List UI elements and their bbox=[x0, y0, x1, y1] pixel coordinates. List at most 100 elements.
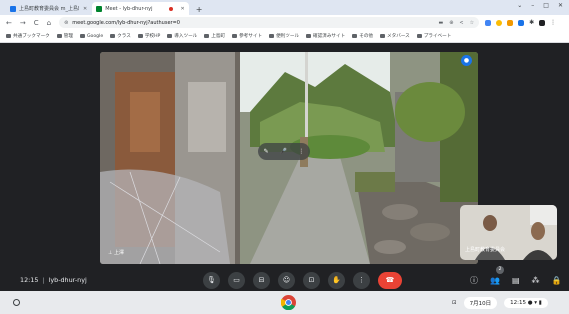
back-icon[interactable]: ← bbox=[6, 19, 12, 27]
share-icon[interactable]: < bbox=[459, 20, 463, 26]
extension-icon[interactable] bbox=[507, 19, 514, 26]
folder-icon bbox=[6, 34, 11, 38]
tab-search-icon[interactable]: ⌄ bbox=[517, 2, 522, 9]
bookmark-folder[interactable]: 上島町 bbox=[204, 33, 225, 39]
tile-hover-controls: ✎ 🎤 ⋮ bbox=[258, 143, 310, 160]
toolbar: ← → C ⌂ ⊜ meet.google.com/lyb-dhur-nyj?a… bbox=[0, 15, 569, 30]
tile-mic-icon[interactable]: 🎤 bbox=[280, 148, 287, 155]
bookmark-folder[interactable]: 導入ツール bbox=[167, 33, 197, 39]
participant-name: 上澤 bbox=[113, 250, 124, 256]
folder-icon bbox=[167, 34, 173, 38]
meeting-details: 12:15 | lyb-dhur-nyj bbox=[20, 276, 87, 284]
present-button[interactable]: ⊡ bbox=[303, 271, 320, 289]
host-controls-button[interactable]: 🔒 bbox=[552, 276, 562, 285]
bookmark-folder[interactable]: 便利ツール bbox=[269, 33, 299, 39]
screen-capture-icon[interactable]: ⊡ bbox=[452, 300, 457, 306]
meet-favicon-icon bbox=[96, 5, 103, 12]
meet-stage: ● ✎ 🎤 ⋮ ⊥ 上澤 上島町教育委員会 12:15 | lyb-dhur-n… bbox=[0, 43, 569, 291]
date-pill[interactable]: 7月10日 bbox=[463, 296, 498, 309]
camera-button[interactable]: ▭ bbox=[228, 271, 245, 289]
tab-meet[interactable]: Meet - lyb-dhur-nyj ✕ bbox=[92, 2, 189, 15]
close-icon[interactable]: ✕ bbox=[83, 6, 87, 12]
reload-icon[interactable]: C bbox=[34, 19, 39, 27]
bookmark-label: Google bbox=[86, 33, 104, 39]
camera-indicator-icon[interactable]: ▬ bbox=[438, 20, 443, 26]
bookmark-folder[interactable]: メタバース bbox=[380, 33, 410, 39]
folder-icon bbox=[352, 34, 358, 38]
bookmark-label: 確認済みサイト bbox=[313, 34, 346, 39]
status-tray: ⊡ 7月10日 12:15 ● ▾ ▮ bbox=[452, 296, 548, 309]
folder-icon bbox=[204, 34, 210, 38]
self-name-label: 上島町教育委員会 bbox=[465, 247, 506, 253]
close-icon[interactable]: ✕ bbox=[181, 6, 185, 12]
unpin-icon[interactable]: ✎ bbox=[264, 148, 269, 155]
bookmark-folder[interactable]: 参考サイト bbox=[232, 33, 262, 39]
profile-icon[interactable] bbox=[539, 19, 546, 26]
meet-control-bar: 12:15 | lyb-dhur-nyj 🎙 ▭ ⊟ ☺ ⊡ ✋ ⋮ ☎ ⓘ 👥… bbox=[0, 265, 569, 293]
window-controls: ⌄ – □ ✕ bbox=[517, 2, 563, 9]
bookmark-label: 参考サイト bbox=[239, 34, 263, 39]
participant-name-label: ⊥ 上澤 bbox=[108, 249, 124, 256]
bookmark-folder[interactable]: Google bbox=[79, 33, 104, 39]
bookmark-folder[interactable]: 共通ブックマーク bbox=[6, 33, 50, 39]
status-area[interactable]: 12:15 ● ▾ ▮ bbox=[504, 297, 548, 308]
extension-icon[interactable] bbox=[485, 19, 492, 26]
bookmark-folder[interactable]: 確認済みサイト bbox=[306, 33, 345, 39]
bookmark-label: 導入ツール bbox=[174, 34, 198, 39]
new-tab-button[interactable]: + bbox=[196, 5, 203, 14]
bookmark-folder[interactable]: クラス bbox=[110, 33, 131, 39]
bookmark-label: 共通ブックマーク bbox=[13, 34, 50, 39]
tab-strip: 上島町教育委員会 m_上島町 ✕ Meet - lyb-dhur-nyj ✕ +… bbox=[0, 0, 569, 15]
folder-icon bbox=[110, 34, 116, 38]
more-options-button[interactable]: ⋮ bbox=[353, 271, 370, 289]
pin-icon[interactable]: ● bbox=[461, 55, 472, 66]
side-panel-controls: ⓘ 👥 ▤ ⁂ 🔒 2 bbox=[470, 265, 562, 286]
folder-icon bbox=[269, 34, 275, 38]
folder-icon bbox=[56, 34, 62, 38]
bookmark-label: 管理 bbox=[63, 34, 73, 39]
emoji-button[interactable]: ☺ bbox=[278, 271, 295, 289]
tab-favicon-icon bbox=[10, 5, 16, 12]
extension-icon[interactable] bbox=[496, 19, 503, 26]
battery-icon: ▮ bbox=[538, 299, 542, 306]
address-bar[interactable]: ⊜ meet.google.com/lyb-dhur-nyj?authuser=… bbox=[59, 17, 480, 28]
menu-icon[interactable]: ⋮ bbox=[550, 19, 556, 26]
clock-time: 12:15 bbox=[20, 276, 39, 284]
microphone-button[interactable]: 🎙 bbox=[203, 271, 220, 289]
home-icon[interactable]: ⌂ bbox=[47, 19, 51, 27]
extensions: ✱ ⋮ bbox=[485, 19, 556, 26]
bookmark-label: その他 bbox=[359, 34, 374, 39]
site-info-icon[interactable]: ⊜ bbox=[64, 20, 68, 26]
captions-button[interactable]: ⊟ bbox=[253, 271, 270, 289]
tab-school[interactable]: 上島町教育委員会 m_上島町 ✕ bbox=[6, 2, 91, 15]
bookmark-star-icon[interactable]: ☆ bbox=[470, 20, 474, 26]
bookmark-folder[interactable]: プライベート bbox=[416, 33, 451, 39]
bookmark-label: 上島町 bbox=[211, 34, 226, 39]
wifi-icon: ▾ bbox=[534, 299, 538, 306]
people-button[interactable]: 👥 bbox=[490, 276, 500, 285]
install-icon[interactable]: ⊕ bbox=[449, 20, 453, 26]
people-icon: 👥 bbox=[490, 275, 500, 285]
chrome-icon[interactable] bbox=[281, 295, 296, 310]
maximize-button[interactable]: □ bbox=[543, 2, 549, 9]
bookmark-folder[interactable]: 管理 bbox=[56, 33, 73, 39]
bookmark-label: 学校HP bbox=[144, 34, 161, 39]
raise-hand-button[interactable]: ✋ bbox=[328, 271, 345, 289]
launcher-icon[interactable] bbox=[13, 299, 20, 306]
shelf-clock: 12:15 bbox=[510, 299, 526, 306]
forward-icon[interactable]: → bbox=[20, 19, 26, 27]
bookmark-label: メタバース bbox=[387, 34, 410, 39]
chat-button[interactable]: ▤ bbox=[512, 276, 520, 285]
close-window-button[interactable]: ✕ bbox=[558, 2, 563, 9]
bookmark-folder[interactable]: その他 bbox=[352, 33, 373, 39]
participants-count-badge: 2 bbox=[496, 265, 504, 274]
meeting-info-button[interactable]: ⓘ bbox=[470, 275, 478, 286]
leave-call-button[interactable]: ☎ bbox=[378, 271, 402, 289]
tab-label: Meet - lyb-dhur-nyj bbox=[105, 5, 153, 12]
activities-button[interactable]: ⁂ bbox=[532, 276, 540, 285]
extension-icon[interactable] bbox=[518, 19, 525, 26]
extensions-puzzle-icon[interactable]: ✱ bbox=[529, 19, 534, 26]
tile-more-icon[interactable]: ⋮ bbox=[298, 148, 304, 155]
bookmark-folder[interactable]: 学校HP bbox=[137, 33, 161, 39]
minimize-button[interactable]: – bbox=[531, 2, 534, 9]
